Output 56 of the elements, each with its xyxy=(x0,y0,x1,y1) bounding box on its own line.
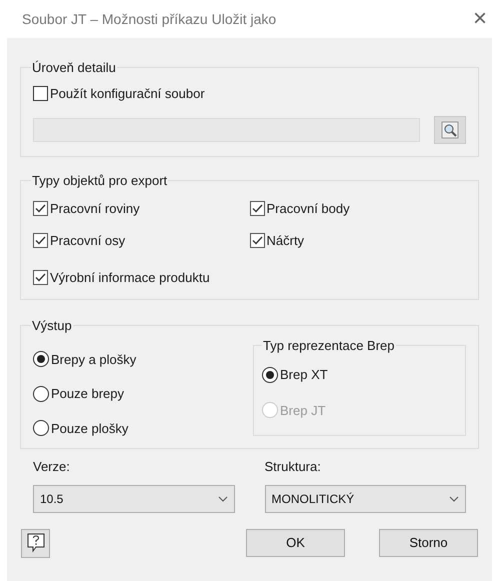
checkmark-icon xyxy=(35,235,46,246)
radio-button[interactable] xyxy=(262,366,278,383)
checkbox[interactable] xyxy=(33,200,48,216)
checkbox-label: Pracovní osy xyxy=(50,232,126,250)
dropdown-value: 10.5 xyxy=(40,490,64,508)
checkmark-icon xyxy=(35,202,46,214)
dropdown[interactable]: 10.5 xyxy=(33,484,234,512)
checkbox-label: Výrobní informace produktu xyxy=(50,268,210,287)
window-title: Soubor JT – Možnosti příkazu Uložit jako xyxy=(22,10,276,29)
radio-label: Pouze plošky xyxy=(51,420,128,438)
field-label: Verze: xyxy=(33,458,71,476)
dialog-button[interactable]: OK xyxy=(246,529,345,557)
close-button[interactable]: × xyxy=(472,7,487,31)
checkbox-label: Pracovní roviny xyxy=(50,200,140,218)
checkbox-label: Náčrty xyxy=(266,232,304,250)
magnifier-icon xyxy=(441,121,459,139)
checkbox-option[interactable]: Pracovní osy xyxy=(33,231,250,250)
radio-option[interactable]: Pouze plošky xyxy=(33,418,253,438)
radio-label: Brep JT xyxy=(280,402,326,420)
group-title: Úroveň detailu xyxy=(31,59,117,77)
group-title: Výstup xyxy=(31,317,73,335)
checkbox[interactable] xyxy=(33,270,48,285)
checkmark-icon xyxy=(252,202,262,214)
checkbox-label: Pracovní body xyxy=(266,200,350,218)
radio-button[interactable] xyxy=(33,386,49,402)
checkbox-option[interactable]: Pracovní body xyxy=(250,198,466,218)
checkbox[interactable] xyxy=(250,233,264,248)
checkbox-option[interactable]: Náčrty xyxy=(250,231,466,250)
radio-label: Brepy a plošky xyxy=(51,350,136,369)
chevron-down-icon xyxy=(449,496,459,502)
radio-option[interactable]: Pouze brepy xyxy=(33,384,253,404)
radio-button[interactable] xyxy=(33,420,49,436)
dropdown-value: MONOLITICKÝ xyxy=(272,490,354,508)
browse-button[interactable] xyxy=(434,116,466,144)
help-bubble-icon xyxy=(26,533,44,553)
checkbox-label: Použít konfigurační soubor xyxy=(50,84,205,103)
checkbox-option[interactable]: Pracovní roviny xyxy=(33,198,250,218)
group-title: Typ reprezentace Brep xyxy=(262,336,396,355)
chevron-down-icon xyxy=(218,496,228,502)
radio-option[interactable]: Brepy a plošky xyxy=(33,350,253,369)
dropdown[interactable]: MONOLITICKÝ xyxy=(264,484,466,512)
field-label: Struktura: xyxy=(264,458,322,476)
radio-label: Pouze brepy xyxy=(51,385,124,403)
group-title: Typy objektů pro export xyxy=(31,172,168,190)
checkbox[interactable] xyxy=(250,200,264,216)
checkbox[interactable] xyxy=(33,86,48,101)
checkbox[interactable] xyxy=(33,233,48,248)
help-button[interactable] xyxy=(21,528,50,558)
checkmark-icon xyxy=(252,235,262,246)
dialog-button[interactable]: Storno xyxy=(379,529,478,557)
radio-button[interactable] xyxy=(33,351,49,368)
checkbox-option[interactable]: Výrobní informace produktu xyxy=(33,268,466,287)
checkmark-icon xyxy=(35,272,46,283)
radio-option[interactable]: Brep XT xyxy=(262,365,457,384)
checkbox-option[interactable]: Použít konfigurační soubor xyxy=(33,84,466,103)
radio-label: Brep XT xyxy=(280,366,328,384)
